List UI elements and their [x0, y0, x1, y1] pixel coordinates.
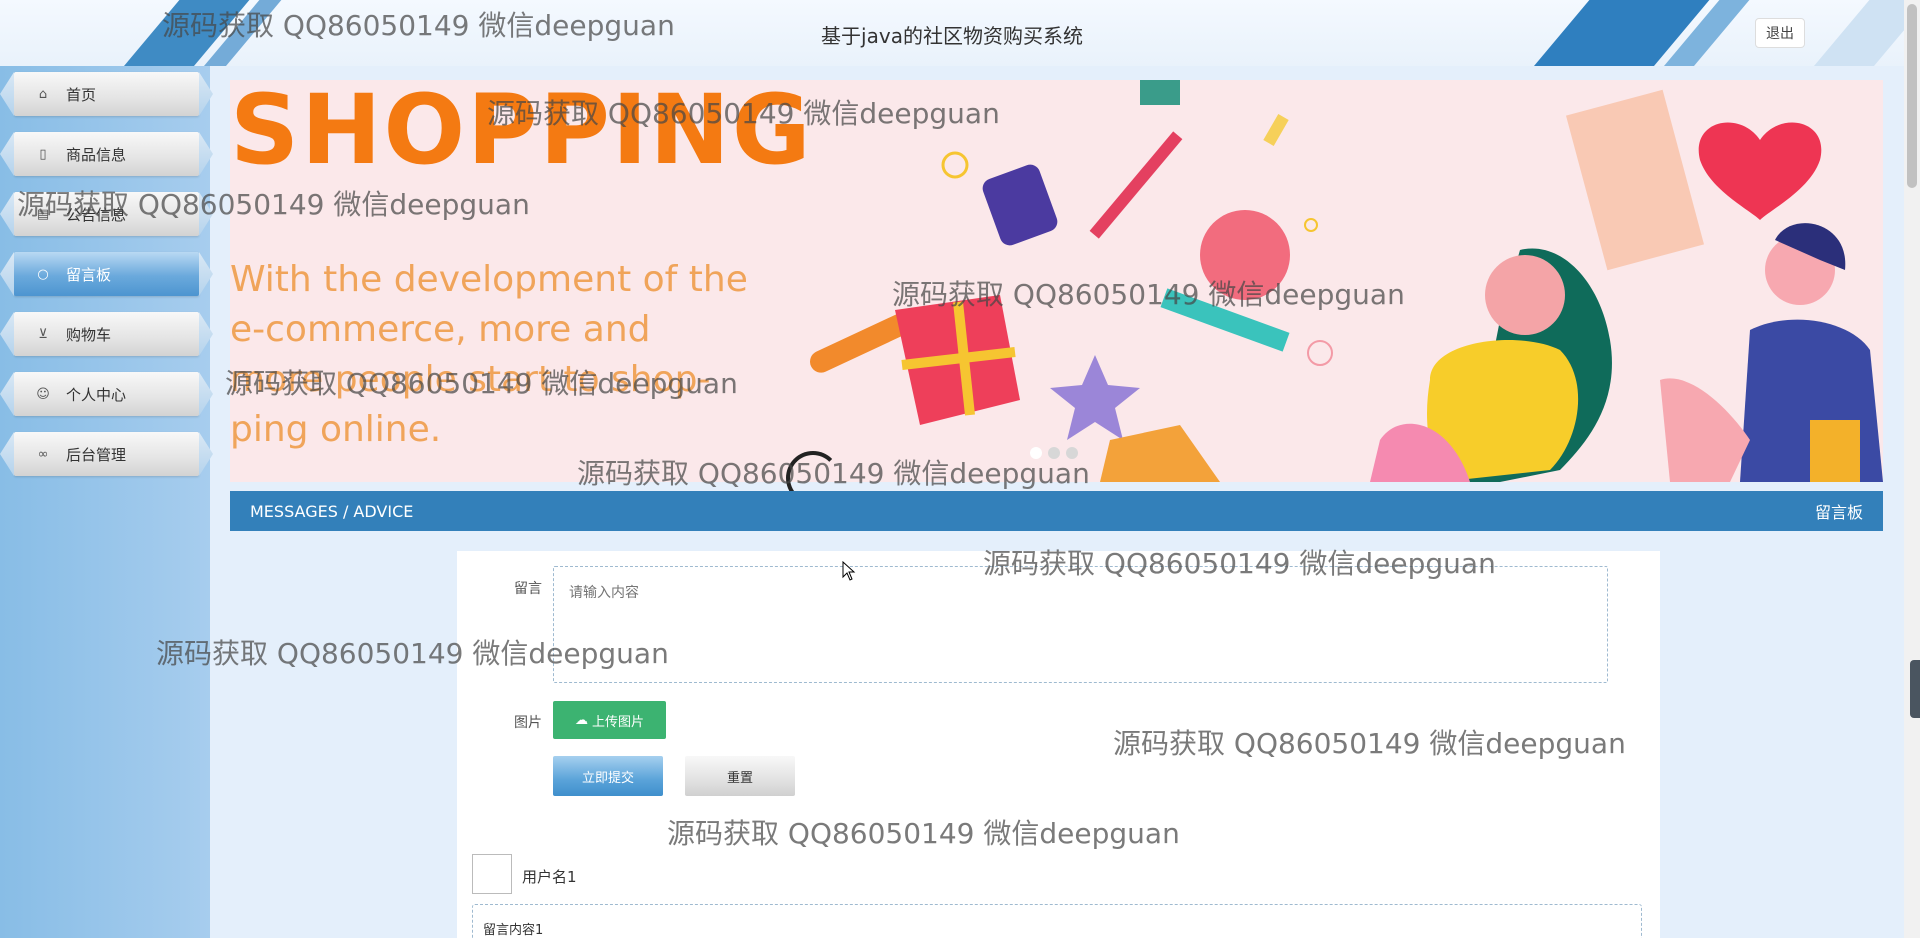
logout-button[interactable]: 退出: [1755, 18, 1805, 48]
carousel-banner[interactable]: SHOPPING With the development of the e-c…: [230, 80, 1883, 482]
section-title-cn: 留言板: [1814, 503, 1863, 522]
banner-headline: SHOPPING: [230, 80, 813, 186]
sidebar-item-notices[interactable]: ▤ 公告信息: [14, 192, 199, 236]
submit-button[interactable]: 立即提交: [553, 756, 663, 796]
cloud-upload-icon: ☁: [574, 712, 588, 728]
mouse-cursor-icon: [842, 561, 856, 581]
sidebar-item-products[interactable]: ▯ 商品信息: [14, 132, 199, 176]
sidebar-item-label: 个人中心: [66, 385, 127, 404]
sidebar-item-label: 公告信息: [66, 205, 127, 224]
sidebar-item-profile[interactable]: ☺ 个人中心: [14, 372, 199, 416]
carousel-dot[interactable]: [1066, 447, 1078, 459]
message-label: 留言: [514, 581, 542, 597]
reset-button[interactable]: 重置: [685, 756, 795, 796]
comment-content: 留言内容1: [472, 904, 1642, 938]
section-header: MESSAGES / ADVICE 留言板: [230, 491, 1883, 531]
sidebar-item-label: 首页: [66, 85, 97, 104]
site-title: 基于java的社区物资购买系统: [821, 24, 1083, 48]
carousel-dot[interactable]: [1030, 447, 1042, 459]
home-icon: ⌂: [38, 86, 48, 102]
link-icon: ∞: [37, 446, 49, 462]
upload-button-label: 上传图片: [591, 714, 644, 730]
sidebar-item-label: 商品信息: [66, 145, 127, 164]
user-icon: ☺: [36, 386, 50, 402]
side-drawer-handle[interactable]: [1910, 660, 1920, 718]
banner-text: With the development of the e-commerce, …: [230, 259, 748, 450]
file-icon: ▯: [39, 146, 47, 162]
carousel-indicators[interactable]: [1030, 447, 1078, 459]
notice-icon: ▤: [36, 206, 50, 222]
message-icon: ○: [37, 266, 49, 282]
sidebar-item-label: 后台管理: [66, 445, 127, 464]
sidebar-item-admin[interactable]: ∞ 后台管理: [14, 432, 199, 476]
carousel-dot[interactable]: [1048, 447, 1060, 459]
top-header: 基于java的社区物资购买系统 退出: [0, 0, 1904, 66]
message-textarea[interactable]: [553, 566, 1608, 683]
image-label: 图片: [514, 715, 542, 731]
sidebar-item-home[interactable]: ⌂ 首页: [14, 72, 199, 116]
sidebar-item-cart[interactable]: ⊻ 购物车: [14, 312, 199, 356]
sidebar-item-label: 留言板: [66, 265, 112, 284]
message-form-panel: 留言 图片 ☁ 上传图片 立即提交 重置 用户名1 留言内容1: [457, 551, 1660, 938]
sidebar-item-messages[interactable]: ○ 留言板: [14, 252, 199, 296]
comment-username: 用户名1: [522, 868, 577, 886]
upload-image-button[interactable]: ☁ 上传图片: [553, 701, 666, 739]
scrollbar-thumb[interactable]: [1907, 4, 1917, 188]
comment-text: 留言内容1: [483, 923, 544, 938]
cart-icon: ⊻: [38, 326, 48, 342]
sidebar-item-label: 购物车: [66, 325, 112, 344]
section-title-en: MESSAGES / ADVICE: [250, 501, 414, 521]
sidebar: ⌂ 首页 ▯ 商品信息 ▤ 公告信息 ○ 留言板 ⊻ 购物车 ☺ 个人中心 ∞ …: [0, 66, 210, 938]
avatar: [472, 854, 512, 894]
